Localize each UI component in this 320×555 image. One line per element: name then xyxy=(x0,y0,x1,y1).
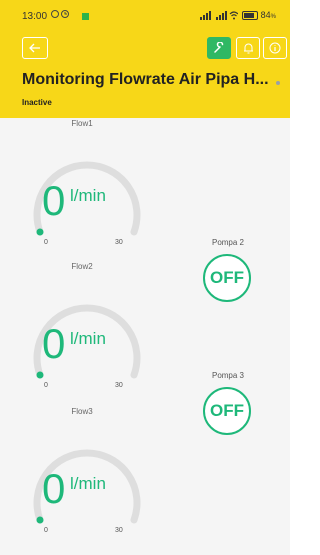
notifications-button[interactable] xyxy=(236,37,260,59)
gauge-unit: l/min xyxy=(70,186,106,205)
gauge-value: 0 xyxy=(42,465,66,512)
battery-icon xyxy=(242,11,259,21)
gauge-value: 0 xyxy=(42,320,66,367)
wrench-button[interactable] xyxy=(207,37,231,59)
info-button[interactable] xyxy=(263,37,287,59)
gauge-unit: l/min xyxy=(70,474,106,493)
dashboard: Flow1 0 l/min 0 30 Flow2 0 l/min 0 30 Fl… xyxy=(0,118,290,555)
device-status: Inactive xyxy=(22,98,52,107)
gauge-label-flow2: Flow2 xyxy=(71,262,93,271)
gauge-min: 0 xyxy=(44,382,48,389)
gauge-label-flow3: Flow3 xyxy=(71,407,93,416)
info-icon xyxy=(269,42,281,54)
gauge-max: 30 xyxy=(115,527,123,534)
gauge-label-flow1: Flow1 xyxy=(71,119,93,128)
page-title: Monitoring Flowrate Air Pipa H... xyxy=(22,71,269,88)
gauge-value: 0 xyxy=(42,177,66,224)
status-time: 13:00 xyxy=(22,11,48,22)
gauge-unit: l/min xyxy=(70,329,106,348)
status-dot xyxy=(276,81,280,85)
pump-label-pompa3: Pompa 3 xyxy=(211,371,245,380)
pump-label-pompa2: Pompa 2 xyxy=(211,238,245,247)
pompa3-toggle-button[interactable]: OFF xyxy=(203,387,251,435)
alarm-icon xyxy=(50,9,89,21)
gauge-min: 0 xyxy=(44,527,48,534)
wrench-icon xyxy=(214,42,224,53)
status-bar: 13:00 84% xyxy=(0,0,290,30)
gauge-flow3: 0 l/min 0 30 xyxy=(20,418,146,538)
bell-icon xyxy=(243,43,253,54)
pompa2-toggle-button[interactable]: OFF xyxy=(203,254,251,302)
status-right: 84% xyxy=(199,10,276,21)
back-button[interactable] xyxy=(22,37,48,59)
back-arrow-icon xyxy=(29,43,40,53)
gauge-max: 30 xyxy=(115,239,123,246)
gauge-flow1: 0 l/min 0 30 xyxy=(20,130,146,250)
gauge-flow2: 0 l/min 0 30 xyxy=(20,273,146,393)
app-header: 13:00 84% Monitoring Flowrate Air Pipa H… xyxy=(0,0,290,118)
gauge-max: 30 xyxy=(115,382,123,389)
gauge-min: 0 xyxy=(44,239,48,246)
battery-level: 84 xyxy=(260,10,271,20)
signal-icon xyxy=(199,11,239,21)
